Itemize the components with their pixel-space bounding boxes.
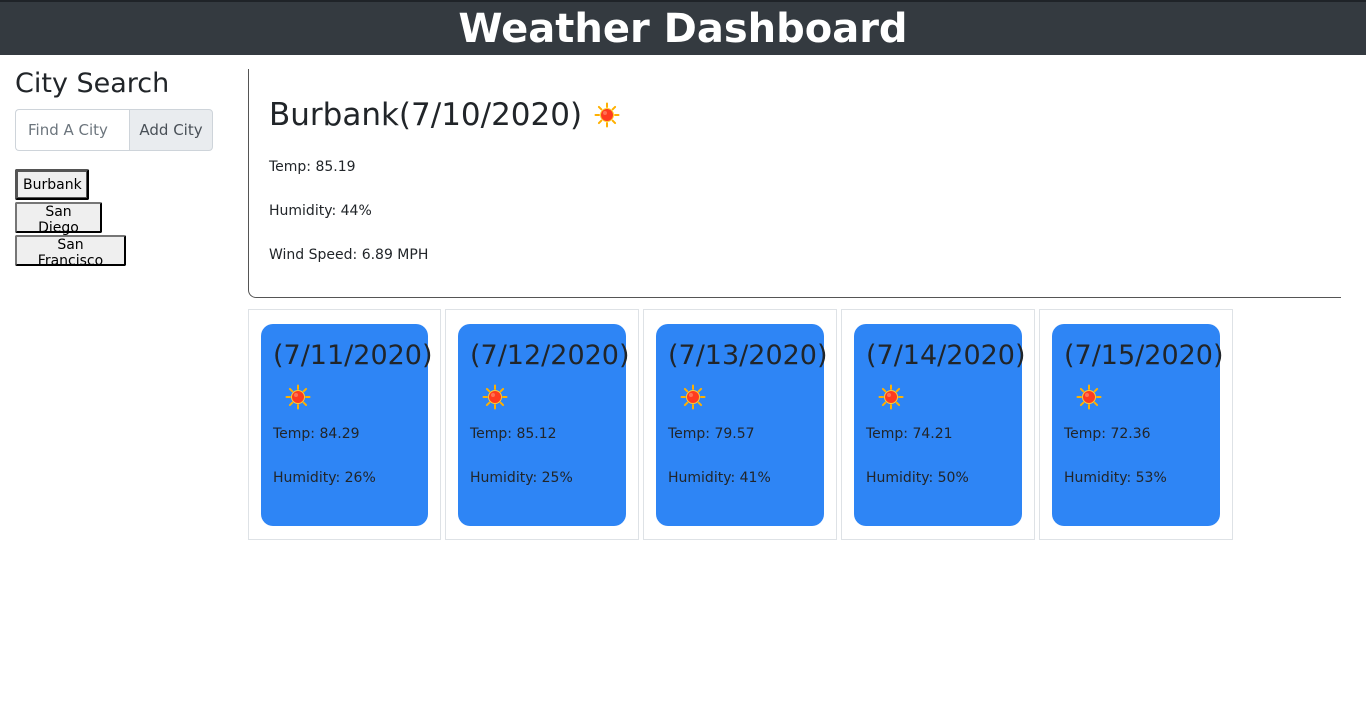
forecast-date: (7/14/2020) xyxy=(866,340,1026,371)
page-title: Weather Dashboard xyxy=(458,6,908,52)
forecast-humidity: Humidity: 53% xyxy=(1064,470,1167,486)
forecast-temp: Temp: 72.36 xyxy=(1064,426,1151,442)
forecast-cell: (7/11/2020) Temp: 84.29 Humidity: 26% xyxy=(248,309,441,540)
forecast-cell: (7/12/2020) Temp: 85.12 Humidity: 25% xyxy=(445,309,639,540)
forecast-cell: (7/14/2020) Temp: 74.21 Humidity: 50% xyxy=(841,309,1035,540)
sun-icon xyxy=(1076,384,1102,410)
forecast-temp: Temp: 84.29 xyxy=(273,426,360,442)
city-button-san-diego[interactable]: San Diego xyxy=(15,202,102,236)
city-search-input[interactable] xyxy=(15,109,129,151)
current-humidity: Humidity: 44% xyxy=(269,203,372,219)
forecast-card: (7/14/2020) Temp: 74.21 Humidity: 50% xyxy=(854,324,1026,526)
city-search-heading: City Search xyxy=(15,68,170,99)
city-history-list: Burbank San Diego San Francisco xyxy=(15,169,230,269)
forecast-date: (7/11/2020) xyxy=(273,340,433,371)
forecast-humidity: Humidity: 50% xyxy=(866,470,969,486)
forecast-date: (7/13/2020) xyxy=(668,340,828,371)
sun-icon xyxy=(594,102,620,128)
current-city-title: Burbank(7/10/2020) xyxy=(269,97,583,133)
sun-icon xyxy=(878,384,904,410)
forecast-temp: Temp: 74.21 xyxy=(866,426,953,442)
sun-icon xyxy=(482,384,508,410)
five-day-forecast: (7/11/2020) Temp: 84.29 Humidity: 26% (7… xyxy=(248,309,1237,540)
forecast-card: (7/12/2020) Temp: 85.12 Humidity: 25% xyxy=(458,324,630,526)
add-city-button[interactable]: Add City xyxy=(129,109,213,151)
current-wind-speed: Wind Speed: 6.89 MPH xyxy=(269,247,429,263)
forecast-cell: (7/15/2020) Temp: 72.36 Humidity: 53% xyxy=(1039,309,1233,540)
forecast-temp: Temp: 79.57 xyxy=(668,426,755,442)
search-group: Add City xyxy=(15,109,213,151)
forecast-cell: (7/13/2020) Temp: 79.57 Humidity: 41% xyxy=(643,309,837,540)
page-header: Weather Dashboard xyxy=(0,0,1366,55)
forecast-date: (7/15/2020) xyxy=(1064,340,1224,371)
forecast-card: (7/15/2020) Temp: 72.36 Humidity: 53% xyxy=(1052,324,1224,526)
forecast-card: (7/11/2020) Temp: 84.29 Humidity: 26% xyxy=(261,324,433,526)
forecast-date: (7/12/2020) xyxy=(470,340,630,371)
forecast-humidity: Humidity: 25% xyxy=(470,470,573,486)
sun-icon xyxy=(680,384,706,410)
current-weather-panel: Burbank(7/10/2020) Temp: 85.19 Humidity:… xyxy=(248,69,1341,298)
current-temp: Temp: 85.19 xyxy=(269,159,356,175)
sidebar: City Search Add City Burbank San Diego S… xyxy=(15,66,230,269)
sun-icon xyxy=(285,384,311,410)
city-button-burbank[interactable]: Burbank xyxy=(15,169,89,200)
forecast-card: (7/13/2020) Temp: 79.57 Humidity: 41% xyxy=(656,324,828,526)
forecast-humidity: Humidity: 26% xyxy=(273,470,376,486)
current-weather-header: Burbank(7/10/2020) xyxy=(269,95,1321,135)
city-button-san-francisco[interactable]: San Francisco xyxy=(15,235,126,269)
forecast-humidity: Humidity: 41% xyxy=(668,470,771,486)
forecast-temp: Temp: 85.12 xyxy=(470,426,557,442)
